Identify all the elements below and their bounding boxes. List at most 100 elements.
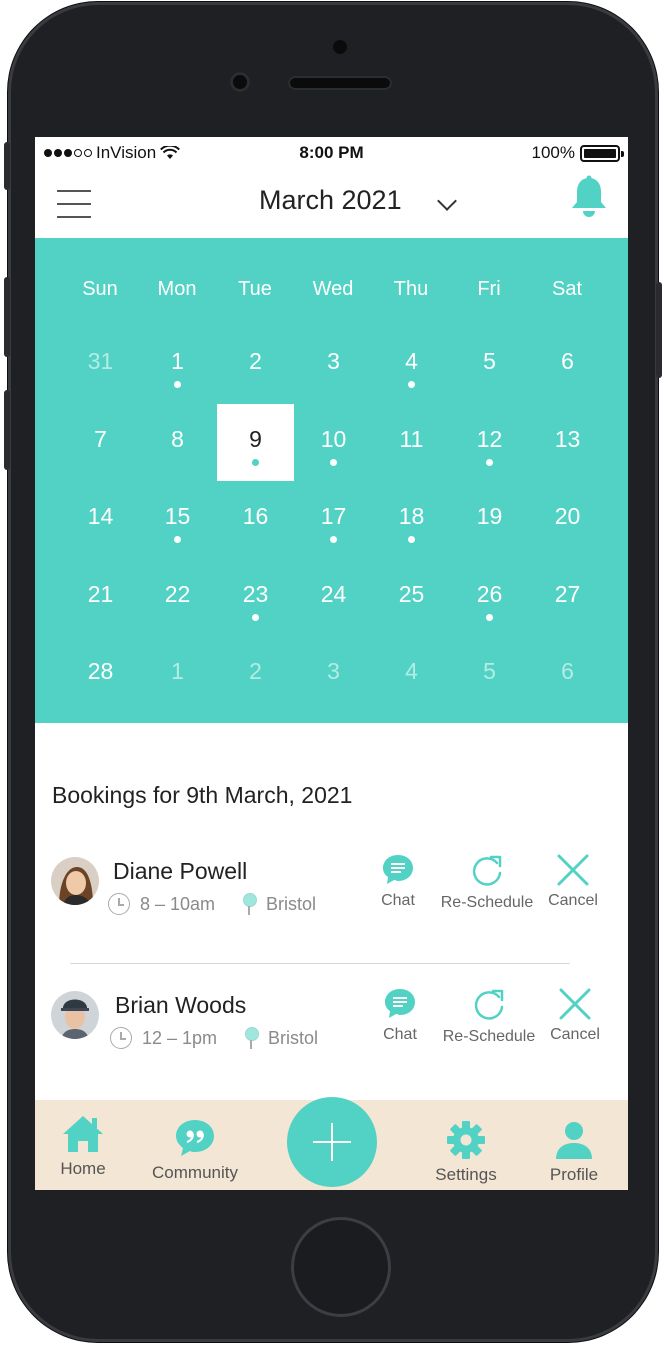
booking-item: Diane Powell 8 – 10am Bristol Chat Re-Sc… bbox=[35, 847, 628, 937]
booking-indicator-dot bbox=[408, 381, 415, 388]
clock-icon bbox=[108, 893, 130, 915]
booking-item: Brian Woods 12 – 1pm Bristol Chat Re-Sch… bbox=[35, 981, 628, 1071]
battery-status: 100% bbox=[531, 143, 624, 163]
booking-location: Bristol bbox=[244, 1027, 318, 1049]
calendar-day[interactable]: 6 bbox=[529, 326, 606, 403]
calendar-day[interactable]: 19 bbox=[451, 481, 528, 558]
calendar-day[interactable]: 27 bbox=[529, 559, 606, 636]
chat-label: Chat bbox=[381, 892, 415, 909]
avatar bbox=[51, 991, 99, 1039]
calendar-day[interactable]: 3 bbox=[295, 636, 372, 713]
day-number: 4 bbox=[405, 658, 418, 684]
bell-icon[interactable] bbox=[568, 175, 610, 219]
cancel-button[interactable]: Cancel bbox=[547, 987, 603, 1044]
calendar-day[interactable]: 12 bbox=[451, 404, 528, 481]
day-number: 3 bbox=[327, 658, 340, 684]
calendar-day[interactable]: 8 bbox=[139, 404, 216, 481]
booking-indicator-dot bbox=[408, 536, 415, 543]
day-number: 4 bbox=[405, 348, 418, 374]
calendar-day[interactable]: 3 bbox=[295, 326, 372, 403]
avatar bbox=[51, 857, 99, 905]
calendar-day[interactable]: 21 bbox=[62, 559, 139, 636]
calendar-day[interactable]: 17 bbox=[295, 481, 372, 558]
reschedule-button[interactable]: Re-Schedule bbox=[439, 853, 535, 912]
calendar-day[interactable]: 4 bbox=[373, 636, 450, 713]
clock-icon bbox=[110, 1027, 132, 1049]
calendar-day[interactable]: 1 bbox=[139, 326, 216, 403]
day-number: 5 bbox=[483, 658, 496, 684]
cancel-button[interactable]: Cancel bbox=[545, 853, 601, 910]
day-number: 9 bbox=[249, 425, 262, 452]
day-number: 6 bbox=[561, 348, 574, 374]
calendar-day[interactable]: 23 bbox=[217, 559, 294, 636]
power-button bbox=[656, 282, 662, 378]
booking-name: Diane Powell bbox=[113, 858, 248, 884]
day-number: 13 bbox=[554, 425, 581, 452]
app-header: March 2021 bbox=[35, 167, 628, 238]
hamburger-menu-icon[interactable] bbox=[57, 190, 91, 218]
chevron-down-icon[interactable] bbox=[437, 191, 457, 211]
weekday-label: Sun bbox=[82, 278, 118, 300]
calendar-day-selected[interactable]: 9 bbox=[217, 403, 294, 481]
booking-indicator-dot bbox=[174, 536, 181, 543]
calendar-day[interactable]: 15 bbox=[139, 481, 216, 558]
weekday-label: Wed bbox=[312, 278, 354, 300]
booking-indicator-dot bbox=[174, 381, 181, 388]
day-number: 15 bbox=[164, 503, 191, 529]
calendar-day[interactable]: 24 bbox=[295, 559, 372, 636]
day-number: 3 bbox=[327, 348, 340, 374]
tab-profile[interactable]: Profile bbox=[545, 1120, 603, 1185]
app-screen: InVision 8:00 PM 100% March 2021 Sun Mon T… bbox=[35, 137, 628, 1190]
tab-community[interactable]: Community bbox=[145, 1118, 245, 1183]
booking-time-text: 12 – 1pm bbox=[142, 1027, 218, 1048]
battery-icon bbox=[580, 144, 624, 162]
calendar-day[interactable]: 10 bbox=[295, 404, 372, 481]
booking-indicator-dot bbox=[330, 458, 337, 466]
day-number: 1 bbox=[171, 348, 184, 374]
home-hardware-button[interactable] bbox=[291, 1217, 391, 1317]
calendar-day[interactable]: 31 bbox=[62, 326, 139, 403]
add-booking-button[interactable] bbox=[287, 1097, 377, 1187]
calendar-day[interactable]: 22 bbox=[139, 559, 216, 636]
chat-button[interactable]: Chat bbox=[375, 987, 425, 1044]
calendar-day[interactable]: 7 bbox=[62, 404, 139, 481]
booking-time-text: 8 – 10am bbox=[140, 893, 216, 914]
calendar-day[interactable]: 5 bbox=[451, 326, 528, 403]
booking-name: Brian Woods bbox=[115, 992, 247, 1018]
calendar-day[interactable]: 4 bbox=[373, 326, 450, 403]
booking-time: 12 – 1pm bbox=[110, 1027, 217, 1049]
pin-icon bbox=[244, 1027, 259, 1049]
chat-button[interactable]: Chat bbox=[373, 853, 423, 910]
calendar-day[interactable]: 18 bbox=[373, 481, 450, 558]
calendar-day[interactable]: 5 bbox=[451, 636, 528, 713]
calendar-day[interactable]: 26 bbox=[451, 559, 528, 636]
month-title[interactable]: March 2021 bbox=[259, 185, 402, 216]
booking-location: Bristol bbox=[242, 893, 316, 915]
front-camera bbox=[230, 72, 250, 92]
volume-down-button bbox=[4, 390, 10, 470]
calendar-day[interactable]: 11 bbox=[373, 404, 450, 481]
calendar-day[interactable]: 16 bbox=[217, 481, 294, 558]
booking-indicator-dot bbox=[252, 458, 259, 466]
calendar-day[interactable]: 20 bbox=[529, 481, 606, 558]
calendar-day[interactable]: 6 bbox=[529, 636, 606, 713]
day-number: 22 bbox=[164, 580, 191, 607]
calendar-day[interactable]: 2 bbox=[217, 636, 294, 713]
calendar-day[interactable]: 2 bbox=[217, 326, 294, 403]
calendar-day[interactable]: 25 bbox=[373, 559, 450, 636]
day-number: 20 bbox=[554, 503, 581, 529]
day-number: 18 bbox=[398, 503, 425, 529]
calendar-day[interactable]: 14 bbox=[62, 481, 139, 558]
battery-percent: 100% bbox=[531, 143, 575, 162]
calendar-day[interactable]: 13 bbox=[529, 404, 606, 481]
tab-settings[interactable]: Settings bbox=[431, 1120, 501, 1185]
reschedule-button[interactable]: Re-Schedule bbox=[441, 987, 537, 1046]
close-icon bbox=[559, 988, 591, 1020]
calendar-day[interactable]: 1 bbox=[139, 636, 216, 713]
day-number: 1 bbox=[171, 658, 184, 684]
booking-time: 8 – 10am bbox=[108, 893, 215, 915]
calendar-day[interactable]: 28 bbox=[62, 636, 139, 713]
day-number: 11 bbox=[399, 425, 424, 452]
tab-home[interactable]: Home bbox=[55, 1114, 111, 1179]
refresh-icon bbox=[474, 989, 504, 1020]
